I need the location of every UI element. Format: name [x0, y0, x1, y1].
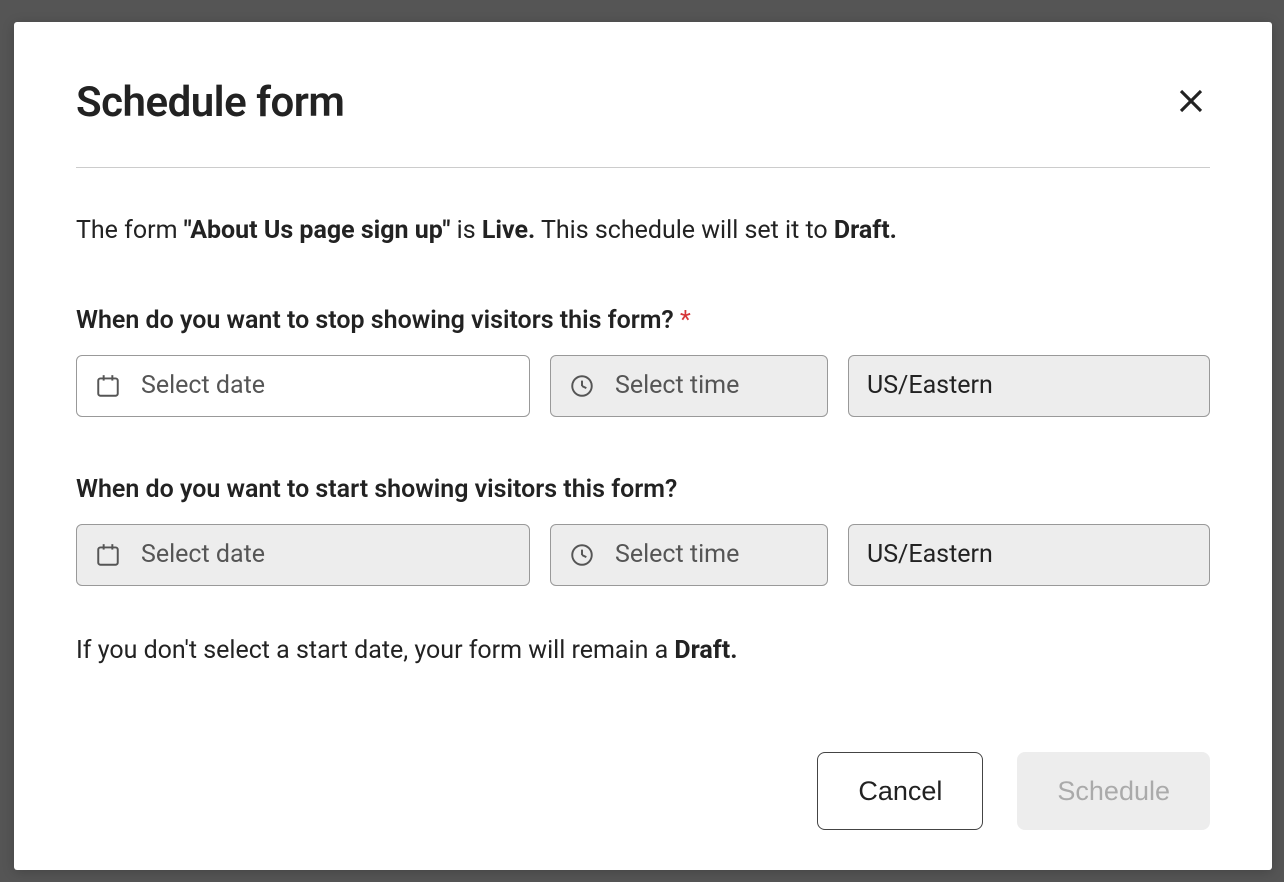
modal-title: Schedule form [76, 78, 344, 127]
schedule-button[interactable]: Schedule [1017, 752, 1210, 830]
stop-time-placeholder: Select time [615, 371, 739, 400]
stop-date-placeholder: Select date [141, 371, 265, 400]
start-label-text: When do you want to start showing visito… [76, 475, 677, 504]
status-line: The form "About Us page sign up" is Live… [76, 212, 1210, 250]
start-time-placeholder: Select time [615, 540, 739, 569]
calendar-icon [95, 373, 121, 399]
hint-bold: Draft. [674, 636, 737, 665]
start-timezone-value: US/Eastern [867, 540, 993, 569]
clock-icon [569, 373, 595, 399]
stop-date-field[interactable]: Select date [76, 355, 530, 417]
required-indicator: * [680, 306, 691, 335]
status-mid1: is [450, 216, 481, 245]
close-button[interactable] [1172, 82, 1210, 120]
status-prefix: The form [76, 216, 184, 245]
status-form-name: "About Us page sign up" [184, 216, 451, 245]
stop-timezone-value: US/Eastern [867, 371, 993, 400]
calendar-icon [95, 542, 121, 568]
stop-timezone-field[interactable]: US/Eastern [848, 355, 1210, 417]
close-icon [1176, 86, 1206, 116]
start-timezone-field[interactable]: US/Eastern [848, 524, 1210, 586]
stop-label-text: When do you want to stop showing visitor… [76, 306, 674, 335]
schedule-form-modal: Schedule form The form "About Us page si… [14, 22, 1272, 870]
start-date-placeholder: Select date [141, 540, 265, 569]
status-target: Draft. [834, 216, 897, 245]
start-section-label: When do you want to start showing visito… [76, 475, 1210, 504]
status-mid2: This schedule will set it to [535, 216, 834, 245]
cancel-button[interactable]: Cancel [817, 752, 983, 830]
stop-input-row: Select date Select time US/Eastern [76, 355, 1210, 417]
start-input-row: Select date Select time US/Eastern [76, 524, 1210, 586]
start-time-field[interactable]: Select time [550, 524, 828, 586]
stop-time-field[interactable]: Select time [550, 355, 828, 417]
clock-icon [569, 542, 595, 568]
status-state: Live. [482, 216, 535, 245]
stop-section-label: When do you want to stop showing visitor… [76, 306, 1210, 335]
start-date-field[interactable]: Select date [76, 524, 530, 586]
modal-header: Schedule form [76, 78, 1210, 168]
hint-prefix: If you don't select a start date, your f… [76, 636, 674, 665]
button-row: Cancel Schedule [76, 712, 1210, 830]
hint-text: If you don't select a start date, your f… [76, 632, 1210, 670]
